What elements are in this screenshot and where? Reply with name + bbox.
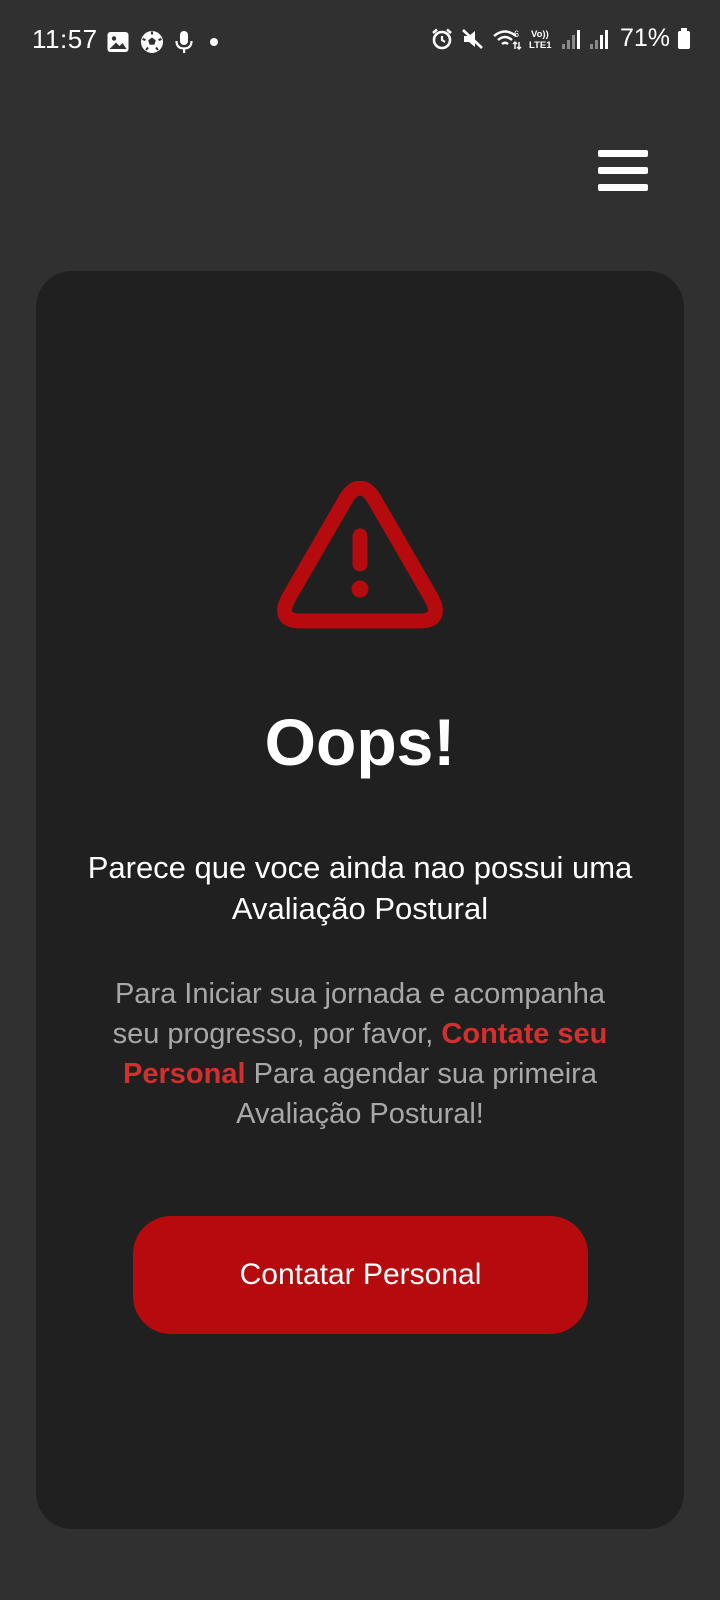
description-part-2: Para agendar sua primeira Avaliação Post…: [236, 1058, 597, 1130]
hamburger-menu-icon[interactable]: [598, 150, 648, 194]
dot-icon: [204, 30, 224, 54]
image-icon: [106, 30, 130, 54]
microphone-icon: [174, 30, 194, 54]
menu-bar-bottom: [598, 184, 648, 191]
page-title: Oops!: [264, 705, 456, 779]
warning-triangle-icon: [277, 480, 443, 631]
alarm-icon: [430, 27, 454, 51]
empty-state-card: Oops! Parece que voce ainda nao possui u…: [36, 271, 684, 1529]
status-right-icons: 6 Vo)) LTE1 71%: [430, 24, 692, 53]
contact-personal-button[interactable]: Contatar Personal: [133, 1216, 588, 1334]
svg-text:LTE1: LTE1: [529, 40, 552, 51]
battery-percentage: 71%: [619, 24, 670, 52]
status-left-icons: [106, 30, 224, 54]
description-text: Para Iniciar sua jornada e acompanha seu…: [96, 974, 624, 1134]
svg-text:6: 6: [514, 29, 519, 39]
menu-bar-middle: [598, 167, 648, 174]
battery-icon: [676, 27, 692, 51]
soccer-ball-icon: [140, 30, 164, 54]
signal-icon: [560, 27, 582, 51]
subtitle-text: Parece que voce ainda nao possui uma Ava…: [87, 850, 633, 926]
status-time: 11:57: [32, 24, 98, 54]
status-bar: 11:57 6 Vo)) LTE1 71%: [0, 0, 720, 84]
mute-icon: [460, 27, 486, 51]
wifi-icon: 6: [492, 27, 522, 51]
svg-text:Vo)): Vo)): [531, 29, 549, 40]
volte-icon: Vo)) LTE1: [528, 27, 554, 51]
signal-icon: [588, 27, 610, 51]
menu-bar-top: [598, 150, 648, 157]
